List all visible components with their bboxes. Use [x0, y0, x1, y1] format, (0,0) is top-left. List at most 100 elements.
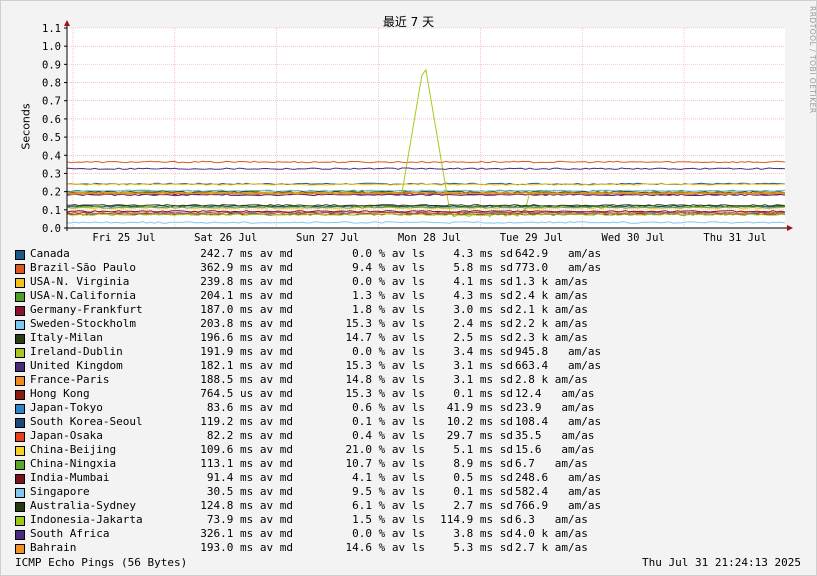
legend-amas: 2.8 k am/as — [515, 373, 588, 386]
legend-median: 83.6 ms av md — [206, 401, 293, 414]
y-tick-label: 0.4 — [42, 150, 61, 162]
legend-median: 239.8 ms av md — [200, 275, 293, 288]
legend-stddev: 0.5 ms sd — [453, 471, 513, 484]
legend-swatch — [15, 348, 25, 358]
legend-swatch — [15, 502, 25, 512]
legend-swatch — [15, 334, 25, 344]
x-tick-label: Mon 28 Jul — [398, 232, 461, 244]
legend-amas: 4.0 k am/as — [515, 527, 588, 540]
legend-stddev: 2.5 ms sd — [453, 331, 513, 344]
legend-stddev: 0.1 ms sd — [453, 387, 513, 400]
legend-swatch — [15, 376, 25, 386]
legend-amas: 642.9 am/as — [515, 247, 602, 260]
legend-median: 191.9 ms av md — [200, 345, 293, 358]
legend-stddev: 3.0 ms sd — [453, 303, 513, 316]
legend-swatch — [15, 292, 25, 302]
legend-median: 764.5 us av md — [200, 387, 293, 400]
legend-loss: 0.0 % av ls — [352, 275, 425, 288]
legend-name: India-Mumbai — [30, 471, 110, 484]
legend-amas: 12.4 am/as — [515, 387, 595, 400]
legend-swatch — [15, 474, 25, 484]
legend-swatch — [15, 404, 25, 414]
legend-stddev: 3.1 ms sd — [453, 359, 513, 372]
legend-loss: 6.1 % av ls — [352, 499, 425, 512]
legend-median: 196.6 ms av md — [200, 331, 293, 344]
rrdtool-watermark: RRDTOOL / TOBI OETIKER — [808, 6, 817, 114]
y-tick-label: 0.6 — [42, 114, 61, 126]
legend-amas: 108.4 am/as — [515, 415, 602, 428]
y-tick-label: 0.2 — [42, 187, 61, 199]
legend-name: Italy-Milan — [30, 331, 103, 344]
y-tick-label: 0.3 — [42, 168, 61, 180]
legend-name: Sweden-Stockholm — [30, 317, 136, 330]
chart-title: 最近 7 天 — [382, 15, 435, 29]
legend-stddev: 4.1 ms sd — [453, 275, 513, 288]
legend-swatch — [15, 516, 25, 526]
legend-median: 109.6 ms av md — [200, 443, 293, 456]
legend-swatch — [15, 362, 25, 372]
legend-loss: 0.0 % av ls — [352, 345, 425, 358]
legend-loss: 10.7 % av ls — [345, 457, 425, 470]
legend-amas: 1.3 k am/as — [515, 275, 588, 288]
legend-loss: 15.3 % av ls — [345, 359, 425, 372]
x-axis-arrow — [787, 225, 793, 231]
legend-median: 193.0 ms av md — [200, 541, 293, 554]
legend-amas: 663.4 am/as — [515, 359, 602, 372]
legend-loss: 1.8 % av ls — [352, 303, 425, 316]
x-tick-label: Sat 26 Jul — [194, 232, 257, 244]
legend-swatch — [15, 488, 25, 498]
legend-name: China-Beijing — [30, 443, 117, 456]
legend-stddev: 29.7 ms sd — [446, 429, 513, 442]
legend-amas: 2.3 k am/as — [515, 331, 588, 344]
legend-swatch — [15, 544, 25, 554]
legend-name: Indonesia-Jakarta — [30, 513, 143, 526]
legend-median: 242.7 ms av md — [200, 247, 293, 260]
legend-amas: 766.9 am/as — [515, 499, 602, 512]
legend-stddev: 41.9 ms sd — [446, 401, 513, 414]
legend-median: 362.9 ms av md — [200, 261, 293, 274]
legend-loss: 14.6 % av ls — [345, 541, 425, 554]
legend-swatch — [15, 460, 25, 470]
legend-swatch — [15, 530, 25, 540]
legend-stddev: 5.8 ms sd — [453, 261, 513, 274]
legend-amas: 2.2 k am/as — [515, 317, 588, 330]
legend-amas: 773.0 am/as — [515, 261, 602, 274]
y-tick-label: 0.8 — [42, 78, 61, 90]
legend-name: Japan-Osaka — [30, 429, 103, 442]
legend-stddev: 4.3 ms sd — [453, 289, 513, 302]
y-tick-label: 0.9 — [42, 59, 61, 71]
legend-swatch — [15, 446, 25, 456]
legend-median: 204.1 ms av md — [200, 289, 293, 302]
legend-median: 91.4 ms av md — [206, 471, 293, 484]
legend-amas: 2.4 k am/as — [515, 289, 588, 302]
legend-amas: 23.9 am/as — [515, 401, 595, 414]
y-tick-label: 0.1 — [42, 205, 61, 217]
footer-probe-label: ICMP Echo Pings (56 Bytes) — [15, 556, 188, 569]
legend-name: USA-N.California — [30, 289, 136, 302]
legend-amas: 6.3 am/as — [515, 513, 588, 526]
x-tick-labels: Fri 25 Jul Sat 26 Jul Sun 27 Jul Mon 28 Jul… — [92, 232, 766, 244]
x-tick-label: Thu 31 Jul — [703, 232, 766, 244]
legend-loss: 15.3 % av ls — [345, 317, 425, 330]
legend-stddev: 4.3 ms sd — [453, 247, 513, 260]
legend-stddev: 0.1 ms sd — [453, 485, 513, 498]
legend-loss: 21.0 % av ls — [345, 443, 425, 456]
legend-loss: 0.0 % av ls — [352, 247, 425, 260]
legend-loss: 14.8 % av ls — [345, 373, 425, 386]
legend-swatch — [15, 432, 25, 442]
x-tick-label: Wed 30 Jul — [602, 232, 665, 244]
legend-name: Canada — [30, 247, 70, 260]
x-tick-label: Tue 29 Jul — [500, 232, 563, 244]
legend-median: 82.2 ms av md — [206, 429, 293, 442]
legend-swatch — [15, 418, 25, 428]
legend-loss: 1.5 % av ls — [352, 513, 425, 526]
legend-median: 30.5 ms av md — [206, 485, 293, 498]
footer-timestamp: Thu Jul 31 21:24:13 2025 — [642, 556, 801, 569]
legend-loss: 0.4 % av ls — [352, 429, 425, 442]
legend-name: Brazil-São Paulo — [30, 261, 136, 274]
legend-median: 326.1 ms av md — [200, 527, 293, 540]
y-tick-label: 0.5 — [42, 132, 61, 144]
legend-name: USA-N. Virginia — [30, 275, 130, 288]
legend-amas: 2.7 k am/as — [515, 541, 588, 554]
legend-name: South Korea-Seoul — [30, 415, 143, 428]
